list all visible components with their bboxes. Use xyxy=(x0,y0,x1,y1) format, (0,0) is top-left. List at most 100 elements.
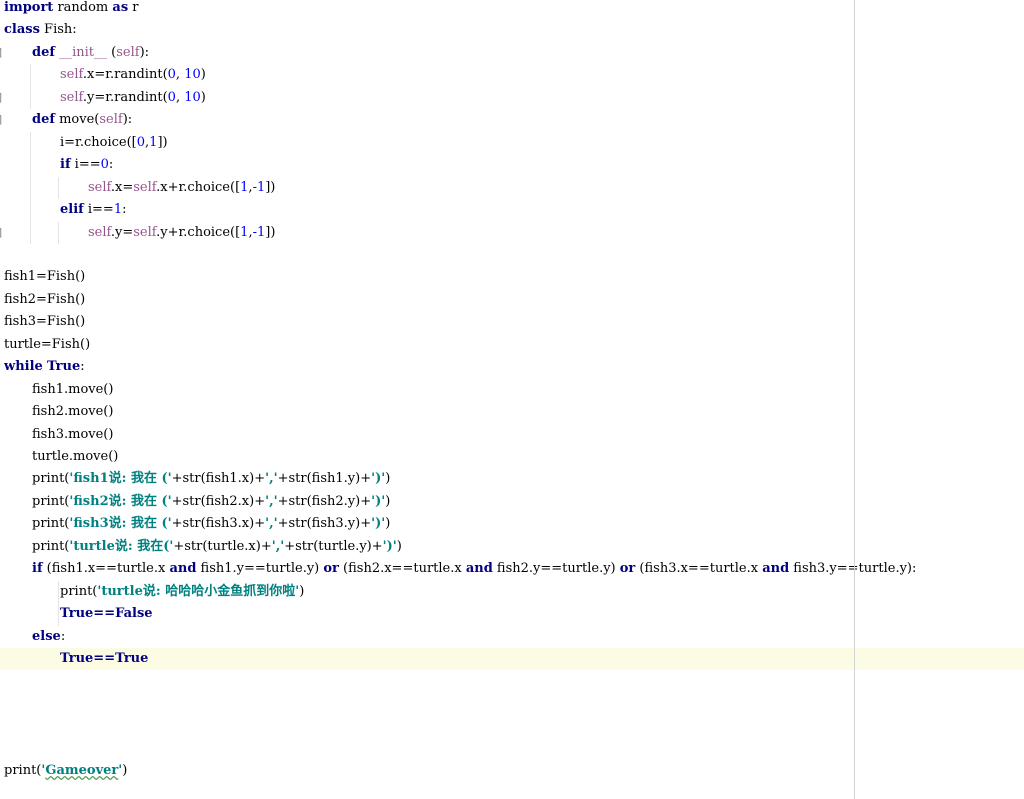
code-token: ( xyxy=(107,44,117,60)
code-text: class Fish: xyxy=(4,19,77,41)
code-token: +str(fish2.x)+ xyxy=(171,493,266,509)
code-line[interactable]: True==True xyxy=(0,648,1024,671)
code-line[interactable]: ] self.y=self.y+r.choice([1,-1]) xyxy=(0,222,1024,244)
code-token: fish1.move() xyxy=(32,381,114,397)
code-token: True==True xyxy=(60,651,149,667)
code-text: True==False xyxy=(60,603,153,625)
code-token: i== xyxy=(83,202,114,218)
code-token: ): xyxy=(139,44,150,60)
code-line[interactable] xyxy=(0,244,1024,266)
code-line[interactable]: i=r.choice([0,1]) xyxy=(0,132,1024,154)
code-line[interactable] xyxy=(0,738,1024,760)
code-text: self.x=r.randint(0, 10) xyxy=(60,64,206,86)
code-token: 0 xyxy=(167,67,176,83)
code-line[interactable]: self.x=r.randint(0, 10) xyxy=(0,64,1024,86)
code-line[interactable]: ] def __init__ (self): xyxy=(0,42,1024,64)
code-token: and xyxy=(762,561,790,577)
code-token: self xyxy=(60,67,83,83)
code-token: class xyxy=(4,22,40,38)
code-text: fish3=Fish() xyxy=(4,311,85,333)
code-token: .x+r.choice([ xyxy=(156,179,241,195)
code-token: ')' xyxy=(371,516,386,532)
code-line[interactable]: fish1.move() xyxy=(0,379,1024,401)
code-line[interactable]: print('turtle说: 我在('+str(turtle.x)+','+s… xyxy=(0,536,1024,558)
code-text: elif i==1: xyxy=(60,199,127,221)
fold-marker-icon[interactable]: ] xyxy=(0,42,4,64)
code-token: ) xyxy=(122,763,128,779)
code-token: fish2.move() xyxy=(32,404,114,420)
code-text: fish2.move() xyxy=(32,401,113,423)
code-token: Gameover xyxy=(45,763,119,779)
code-token: as xyxy=(112,0,129,15)
code-text: fish1.move() xyxy=(32,379,113,401)
code-text: while True: xyxy=(4,356,85,378)
code-line[interactable]: ] self.y=r.randint(0, 10) xyxy=(0,87,1024,109)
code-line[interactable]: while True: xyxy=(0,356,1024,378)
code-line[interactable]: elif i==1: xyxy=(0,199,1024,221)
code-line[interactable] xyxy=(0,715,1024,737)
code-token: 0 xyxy=(167,89,176,105)
code-token: self xyxy=(88,179,111,195)
code-line[interactable]: print('fish3说: 我在 ('+str(fish3.x)+','+st… xyxy=(0,513,1024,535)
code-line[interactable]: self.x=self.x+r.choice([1,-1]) xyxy=(0,177,1024,199)
code-token: 0 xyxy=(136,134,146,150)
code-token: print( xyxy=(32,538,70,554)
code-line[interactable]: fish1=Fish() xyxy=(0,266,1024,288)
code-token: ')' xyxy=(371,471,386,487)
code-token: 'fish1说: 我在 (' xyxy=(69,471,172,487)
code-token: +str(fish3.x)+ xyxy=(171,516,266,532)
code-line[interactable]: turtle.move() xyxy=(0,446,1024,468)
code-token: fish3.move() xyxy=(32,426,114,442)
code-line[interactable]: turtle=Fish() xyxy=(0,334,1024,356)
code-line[interactable]: class Fish: xyxy=(0,19,1024,41)
code-line[interactable]: print('fish1说: 我在 ('+str(fish1.x)+','+st… xyxy=(0,468,1024,490)
code-token: self xyxy=(88,224,111,240)
code-token: .y=r.randint( xyxy=(82,89,168,105)
code-line[interactable] xyxy=(0,693,1024,715)
code-text: turtle.move() xyxy=(32,446,118,468)
code-token: +str(turtle.y)+ xyxy=(284,538,383,554)
code-line[interactable]: else: xyxy=(0,626,1024,648)
code-text: self.y=r.randint(0, 10) xyxy=(60,87,206,109)
code-line[interactable]: fish3.move() xyxy=(0,424,1024,446)
code-text: fish2=Fish() xyxy=(4,289,85,311)
code-token: : xyxy=(122,202,127,218)
code-token: ]) xyxy=(265,179,276,195)
code-token: ')' xyxy=(371,493,386,509)
code-line[interactable]: fish2.move() xyxy=(0,401,1024,423)
code-text: print('fish2说: 我在 ('+str(fish2.x)+','+st… xyxy=(32,491,390,513)
code-line[interactable]: fish3=Fish() xyxy=(0,311,1024,333)
code-line[interactable]: print('Gameover') xyxy=(0,760,1024,782)
code-line[interactable]: if (fish1.x==turtle.x and fish1.y==turtl… xyxy=(0,558,1024,580)
code-token: fish3=Fish() xyxy=(4,314,86,330)
code-token: fish1=Fish() xyxy=(4,269,86,285)
fold-marker-icon[interactable]: ] xyxy=(0,87,4,109)
code-token: +str(fish1.y)+ xyxy=(277,471,372,487)
code-line[interactable]: True==False xyxy=(0,603,1024,625)
code-token: ) xyxy=(385,471,391,487)
code-token: .x= xyxy=(110,179,134,195)
code-token: fish2.y==turtle.y) xyxy=(492,561,620,577)
code-line[interactable]: print('turtle说: 哈哈哈小金鱼抓到你啦') xyxy=(0,581,1024,603)
fold-marker-icon[interactable]: ] xyxy=(0,109,4,131)
code-line[interactable]: fish2=Fish() xyxy=(0,289,1024,311)
code-line[interactable]: print('fish2说: 我在 ('+str(fish2.x)+','+st… xyxy=(0,491,1024,513)
code-editor[interactable]: import random as rclass Fish:]def __init… xyxy=(0,0,1024,799)
code-token: ) xyxy=(200,67,206,83)
code-token: -1 xyxy=(252,179,266,195)
code-token: import xyxy=(4,0,54,15)
code-text: if i==0: xyxy=(60,154,113,176)
code-line[interactable]: import random as r xyxy=(0,0,1024,19)
code-token: if xyxy=(60,157,71,173)
code-token: print( xyxy=(32,493,70,509)
code-token: while xyxy=(4,359,43,375)
code-line[interactable] xyxy=(0,671,1024,693)
code-token: 'turtle说: 哈哈哈小金鱼抓到你啦' xyxy=(97,583,300,599)
code-line[interactable]: if i==0: xyxy=(0,154,1024,176)
code-text: import random as r xyxy=(4,0,139,19)
code-token: self xyxy=(99,112,123,128)
fold-marker-icon[interactable]: ] xyxy=(0,222,4,244)
code-token: ) xyxy=(385,493,391,509)
code-line[interactable]: ] def move(self): xyxy=(0,109,1024,131)
code-token: ',' xyxy=(265,516,278,532)
